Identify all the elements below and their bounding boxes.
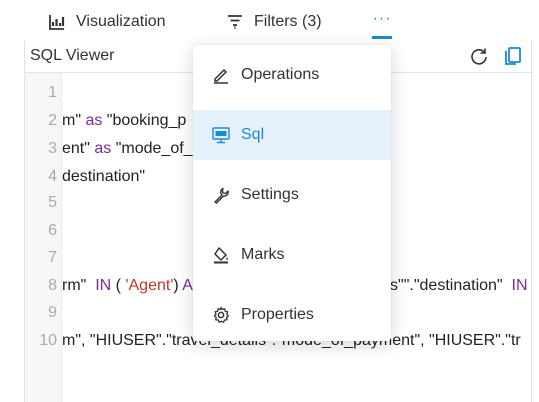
line-number: 10 <box>39 332 57 349</box>
menu-item-label: Settings <box>241 186 299 203</box>
line-number-gutter: 1 2 3 4 5 6 7 8 9 10 <box>25 73 62 402</box>
tab-filters-label: Filters (3) <box>254 13 322 30</box>
menu-item-operations[interactable]: Operations <box>193 50 391 100</box>
menu-item-properties[interactable]: Properties <box>193 290 391 340</box>
line-number: 4 <box>48 168 57 185</box>
line-number: 5 <box>48 194 57 211</box>
menu-item-label: Operations <box>241 66 320 83</box>
refresh-icon[interactable] <box>469 46 489 66</box>
line-number: 1 <box>48 84 57 101</box>
tab-visualization[interactable]: Visualization <box>48 12 166 32</box>
tab-bar: Visualization Filters (3) ··· <box>24 0 530 41</box>
gear-icon <box>213 306 230 323</box>
code-text: m" <box>62 112 86 129</box>
menu-item-label: Sql <box>241 126 265 143</box>
wrench-icon <box>214 187 229 204</box>
code-line: ent" as "mode_of_ <box>62 140 193 158</box>
line-number: 9 <box>48 304 57 321</box>
active-tab-underline <box>372 36 392 39</box>
tab-filters[interactable]: Filters (3) <box>226 12 322 32</box>
code-line: destination" <box>62 168 145 186</box>
code-keyword: as <box>94 140 112 157</box>
code-keyword: IN <box>511 277 528 294</box>
code-text: ils""."destination" <box>382 277 512 294</box>
pencil-icon <box>214 68 228 84</box>
code-keyword: A <box>182 277 193 294</box>
code-text: "mode_of_ <box>111 140 193 157</box>
menu-item-label: Marks <box>241 246 285 263</box>
code-text: ent" <box>62 140 95 157</box>
sql-monitor-icon <box>212 127 230 144</box>
line-number: 7 <box>48 249 57 266</box>
code-keyword: as <box>85 112 103 129</box>
code-string: 'Agent' <box>125 277 174 294</box>
code-keyword: IN <box>95 277 112 294</box>
code-text: ( <box>111 277 126 294</box>
paint-bucket-icon <box>214 247 228 264</box>
line-number: 2 <box>48 112 57 129</box>
menu-item-label: Properties <box>241 306 314 323</box>
more-options-menu: Operations Sql Settings Marks Properties <box>193 45 391 341</box>
menu-item-settings[interactable]: Settings <box>193 170 391 220</box>
code-line: m" as "booking_p <box>62 112 186 130</box>
line-number: 3 <box>48 140 57 157</box>
copy-icon[interactable] <box>503 46 523 66</box>
code-text: rm" <box>62 277 96 294</box>
filter-icon <box>228 15 242 29</box>
line-number: 6 <box>48 222 57 239</box>
more-tab-button[interactable]: ··· <box>372 10 392 34</box>
code-text: "booking_p <box>102 112 187 129</box>
code-text: ) <box>173 277 183 294</box>
tab-visualization-label: Visualization <box>76 13 166 30</box>
panel-title: SQL Viewer <box>30 47 115 64</box>
code-text: destination" <box>62 168 146 185</box>
line-number: 8 <box>48 277 57 294</box>
menu-item-sql[interactable]: Sql <box>193 110 391 160</box>
bar-chart-icon <box>49 15 65 30</box>
menu-item-marks[interactable]: Marks <box>193 230 391 280</box>
